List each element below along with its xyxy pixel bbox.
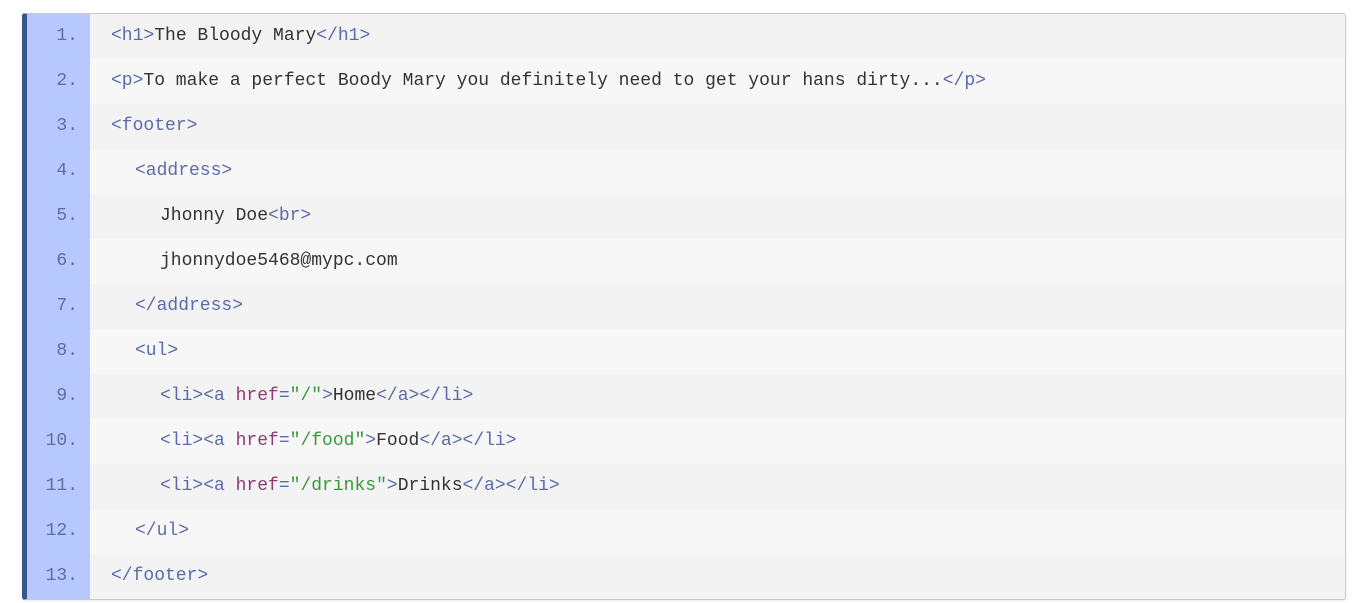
a-open-tag: <a: [203, 476, 236, 496]
equals-sign: =: [278, 431, 290, 451]
li-open-tag: <li>: [160, 431, 204, 451]
line-code[interactable]: </ul>: [90, 509, 1345, 554]
equals-sign: =: [278, 476, 290, 496]
href-attribute: href: [235, 386, 279, 406]
href-value: "/": [289, 386, 323, 406]
p-open-tag: <p>: [111, 71, 144, 91]
line-number: 9.: [56, 386, 78, 406]
li-close-tag: </li>: [419, 386, 474, 406]
line-code[interactable]: jhonnydoe5468@mypc.com: [90, 239, 1345, 284]
code-line-10: 10. <li><a href="/food">Food</a></li>: [27, 419, 1345, 464]
address-open-tag: <address>: [135, 161, 233, 181]
address-close-tag: </address>: [135, 296, 244, 316]
address-name-text: Jhonny Doe: [160, 206, 269, 226]
line-code[interactable]: <footer>: [90, 104, 1345, 149]
href-attribute: href: [235, 431, 279, 451]
a-close-tag: </a>: [462, 476, 506, 496]
address-email-text: jhonnydoe5468@mypc.com: [160, 251, 398, 271]
a-close-tag: </a>: [419, 431, 463, 451]
a-open-tag-end: >: [365, 431, 377, 451]
h1-close-tag: </h1>: [316, 26, 371, 46]
line-number: 13.: [45, 566, 78, 586]
code-line-2: 2. <p>To make a perfect Boody Mary you d…: [27, 59, 1345, 104]
ul-close-tag: </ul>: [135, 521, 190, 541]
code-line-11: 11. <li><a href="/drinks">Drinks</a></li…: [27, 464, 1345, 509]
h1-text: The Bloody Mary: [154, 26, 317, 46]
line-code[interactable]: <h1>The Bloody Mary</h1>: [90, 14, 1345, 59]
line-number: 12.: [45, 521, 78, 541]
a-open-tag-end: >: [322, 386, 333, 406]
footer-open-tag: <footer>: [111, 116, 198, 136]
line-code[interactable]: <p>To make a perfect Boody Mary you defi…: [90, 59, 1345, 104]
code-line-5: 5. Jhonny Doe<br>: [27, 194, 1345, 239]
line-number: 6.: [56, 251, 78, 271]
code-line-1: 1. <h1>The Bloody Mary</h1>: [27, 14, 1345, 59]
a-open-tag-end: >: [386, 476, 398, 496]
code-block: 1. <h1>The Bloody Mary</h1> 2. <p>To mak…: [22, 13, 1346, 600]
line-code[interactable]: </footer>: [90, 554, 1345, 599]
p-close-tag: </p>: [942, 71, 986, 91]
line-number: 8.: [56, 341, 78, 361]
line-code[interactable]: </address>: [90, 284, 1345, 329]
href-value: "/food": [289, 431, 366, 451]
line-code[interactable]: Jhonny Doe<br>: [90, 194, 1345, 239]
a-open-tag: <a: [203, 431, 236, 451]
link-text: Drinks: [397, 476, 463, 496]
code-line-6: 6. jhonnydoe5468@mypc.com: [27, 239, 1345, 284]
footer-close-tag: </footer>: [111, 566, 209, 586]
href-value: "/drinks": [289, 476, 387, 496]
code-line-7: 7. </address>: [27, 284, 1345, 329]
line-number: 4.: [56, 161, 78, 181]
line-code[interactable]: <address>: [90, 149, 1345, 194]
h1-open-tag: <h1>: [111, 26, 155, 46]
li-close-tag: </li>: [462, 431, 517, 451]
ul-open-tag: <ul>: [135, 341, 179, 361]
br-tag: <br>: [268, 206, 312, 226]
link-text: Food: [376, 431, 420, 451]
code-lines: 1. <h1>The Bloody Mary</h1> 2. <p>To mak…: [27, 14, 1345, 599]
line-code[interactable]: <li><a href="/">Home</a></li>: [90, 374, 1345, 419]
code-line-4: 4. <address>: [27, 149, 1345, 194]
line-number: 10.: [45, 431, 78, 451]
line-number: 2.: [56, 71, 78, 91]
a-open-tag: <a: [203, 386, 236, 406]
p-text: To make a perfect Boody Mary you definit…: [143, 71, 943, 91]
a-close-tag: </a>: [376, 386, 420, 406]
href-attribute: href: [235, 476, 279, 496]
code-line-8: 8. <ul>: [27, 329, 1345, 374]
line-number: 5.: [56, 206, 78, 226]
line-code[interactable]: <li><a href="/food">Food</a></li>: [90, 419, 1345, 464]
li-open-tag: <li>: [160, 386, 204, 406]
line-code[interactable]: <ul>: [90, 329, 1345, 374]
code-line-12: 12. </ul>: [27, 509, 1345, 554]
equals-sign: =: [278, 386, 290, 406]
code-line-13: 13. </footer>: [27, 554, 1345, 599]
line-code[interactable]: <li><a href="/drinks">Drinks</a></li>: [90, 464, 1345, 509]
line-number: 3.: [56, 116, 78, 136]
link-text: Home: [332, 386, 377, 406]
line-number: 1.: [56, 26, 78, 46]
code-line-3: 3. <footer>: [27, 104, 1345, 149]
li-open-tag: <li>: [160, 476, 204, 496]
line-number: 11.: [45, 476, 78, 496]
li-close-tag: </li>: [505, 476, 560, 496]
code-line-9: 9. <li><a href="/">Home</a></li>: [27, 374, 1345, 419]
line-number: 7.: [56, 296, 78, 316]
